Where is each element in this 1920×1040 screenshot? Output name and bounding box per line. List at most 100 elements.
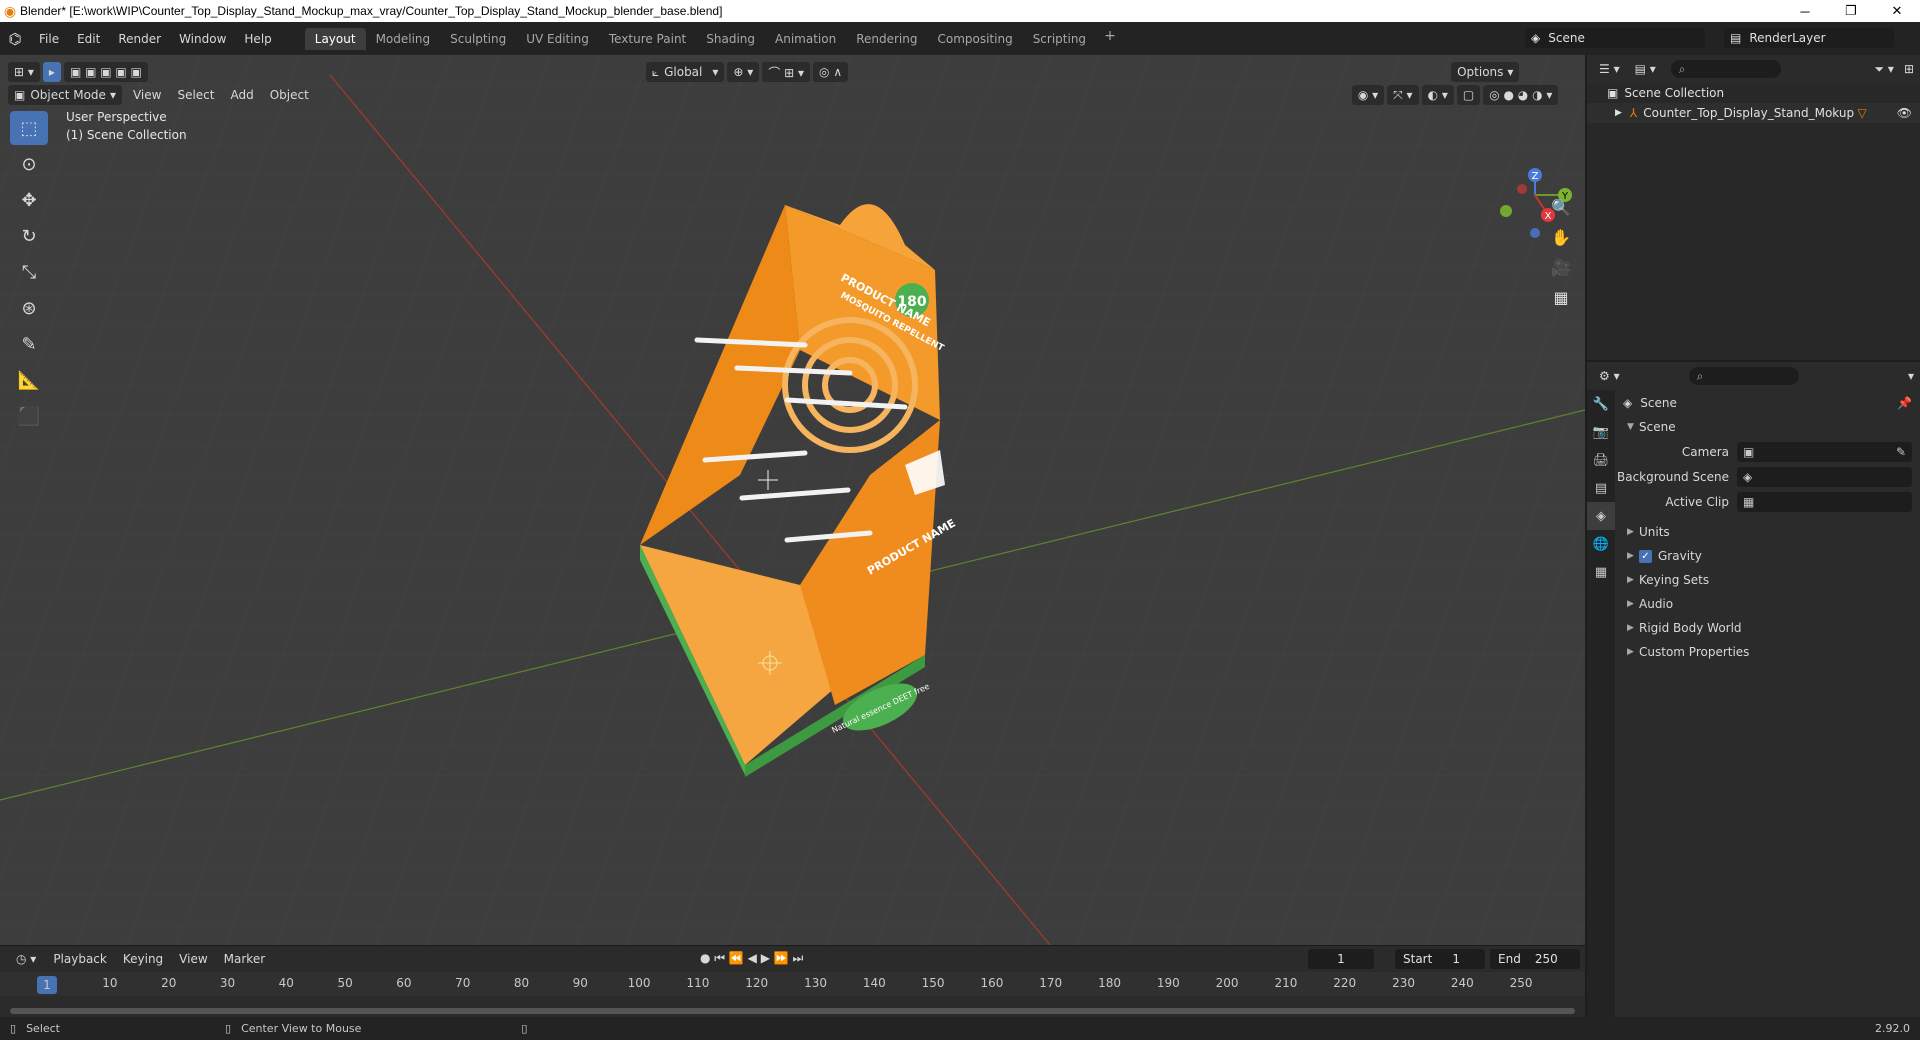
panel-scene[interactable]: ▼ Scene	[1617, 415, 1920, 439]
annotate-tool[interactable]: ✎	[10, 327, 48, 361]
tab-compositing[interactable]: Compositing	[927, 28, 1022, 50]
playback-controls[interactable]: ● ⏮ ⏪ ◀ ▶ ⏩ ⏭	[700, 951, 803, 966]
pin-icon[interactable]: 📌	[1897, 396, 1912, 410]
options-dropdown[interactable]: Options ▾	[1451, 62, 1520, 82]
cursor-tool[interactable]: ⊙	[10, 147, 48, 181]
editor-type-button[interactable]: ⊞ ▾	[8, 62, 40, 82]
tab-texture-paint[interactable]: Texture Paint	[599, 28, 696, 50]
tab-layout[interactable]: Layout	[304, 27, 366, 50]
tab-shading[interactable]: Shading	[696, 28, 765, 50]
eyedropper-icon[interactable]: ✎	[1896, 445, 1906, 459]
add-workspace-button[interactable]: +	[1096, 28, 1124, 50]
menu-window[interactable]: Window	[170, 28, 235, 50]
panel-custom-properties[interactable]: ▶ Custom Properties	[1617, 640, 1920, 664]
viewport-menu-add[interactable]: Add	[222, 88, 261, 102]
snap-button[interactable]: ⌒ ⊞ ▾	[762, 62, 811, 82]
frame-ruler[interactable]: 1 10 20 30 40 50 60 70 80 90 100 110 120 130 140 150 160…	[0, 972, 1585, 996]
select-mode-button[interactable]: ▸	[42, 62, 61, 82]
panel-units[interactable]: ▶ Units	[1617, 520, 1920, 544]
outliner-row-scene-collection[interactable]: ▣ Scene Collection	[1587, 83, 1920, 103]
panel-gravity[interactable]: ▶ ✓ Gravity	[1617, 544, 1920, 568]
menu-render[interactable]: Render	[109, 28, 170, 50]
texture-tab-icon[interactable]: ▦	[1587, 558, 1615, 586]
viewport-menu-select[interactable]: Select	[169, 88, 222, 102]
new-collection-icon[interactable]: ⊞	[1904, 62, 1914, 76]
tab-sculpting[interactable]: Sculpting	[440, 28, 516, 50]
viewport-menu-view[interactable]: View	[125, 88, 169, 102]
ortho-grid-icon[interactable]: ▦	[1546, 283, 1576, 311]
scene-tab-icon[interactable]: ◈	[1587, 502, 1615, 530]
start-frame-field[interactable]: Start 1	[1395, 949, 1485, 969]
blender-menu-icon[interactable]: ⌬	[0, 30, 30, 48]
visibility-toggle[interactable]: ◉ ▾	[1351, 85, 1385, 105]
proportional-editing-button[interactable]: ◎ ∧	[813, 62, 849, 82]
outliner-row-object[interactable]: ▶ ⅄ Counter_Top_Display_Stand_Mokup ▽ 👁	[1587, 103, 1920, 123]
properties-search[interactable]: ⌕	[1688, 367, 1799, 385]
current-frame-field[interactable]: 1	[1308, 949, 1374, 969]
rotate-tool[interactable]: ↻	[10, 219, 48, 253]
view-layer-tab-icon[interactable]: ▤	[1587, 474, 1615, 502]
shading-modes[interactable]: ◎ ● ◕ ◑ ▾	[1483, 85, 1559, 105]
transform-tool[interactable]: ⊛	[10, 291, 48, 325]
menu-file[interactable]: File	[30, 28, 68, 50]
output-tab-icon[interactable]: 🖨	[1587, 446, 1615, 474]
camera-field[interactable]: ▣ ✎	[1737, 441, 1912, 462]
tool-tab-icon[interactable]: 🔧	[1587, 390, 1615, 418]
overlay-toggle[interactable]: ◐ ▾	[1421, 85, 1454, 105]
tab-animation[interactable]: Animation	[765, 28, 846, 50]
tab-modeling[interactable]: Modeling	[366, 28, 441, 50]
menu-help[interactable]: Help	[235, 28, 280, 50]
maximize-button[interactable]: ❐	[1828, 3, 1874, 19]
workspace-tabs: Layout Modeling Sculpting UV Editing Tex…	[304, 27, 1124, 50]
pivot-point-button[interactable]: ⊕ ▾	[727, 62, 760, 82]
tab-scripting[interactable]: Scripting	[1023, 28, 1096, 50]
zoom-icon[interactable]: 🔍	[1546, 193, 1576, 221]
minimize-button[interactable]: ─	[1782, 4, 1828, 19]
background-scene-field[interactable]: ◈	[1737, 466, 1912, 487]
timeline-scrollbar[interactable]	[10, 1008, 1575, 1014]
panel-rigid-body-world[interactable]: ▶ Rigid Body World	[1617, 616, 1920, 640]
tab-uv-editing[interactable]: UV Editing	[516, 28, 599, 50]
outliner-search[interactable]: ⌕	[1670, 60, 1781, 78]
select-box-tool[interactable]: ⬚	[10, 111, 48, 145]
outliner-editor-type[interactable]: ☰ ▾	[1593, 59, 1626, 79]
timeline-editor-type[interactable]: ◷ ▾	[10, 949, 43, 969]
visibility-eye-icon[interactable]: 👁	[1897, 106, 1912, 120]
move-tool[interactable]: ✥	[10, 183, 48, 217]
timeline-menu-marker[interactable]: Marker	[216, 952, 273, 966]
viewport-menu-object[interactable]: Object	[262, 88, 317, 102]
transform-orientation-dropdown[interactable]: ⟀ Global ▾	[645, 62, 725, 82]
menu-edit[interactable]: Edit	[68, 28, 109, 50]
scale-tool[interactable]: ⤡	[10, 255, 48, 289]
playhead[interactable]: 1	[37, 976, 57, 994]
close-button[interactable]: ✕	[1874, 3, 1920, 19]
select-box-modes[interactable]: ▣ ▣ ▣ ▣ ▣	[63, 62, 148, 82]
xray-toggle[interactable]: ▢	[1456, 85, 1481, 105]
scene-selector[interactable]: ◈ Scene	[1525, 28, 1705, 48]
gravity-checkbox[interactable]: ✓	[1639, 549, 1652, 563]
chevron-down-icon[interactable]: ▾	[1908, 369, 1914, 383]
camera-view-icon[interactable]: 🎥	[1546, 253, 1576, 281]
active-clip-field[interactable]: ▦	[1737, 491, 1912, 512]
tab-rendering[interactable]: Rendering	[846, 28, 927, 50]
pan-hand-icon[interactable]: ✋	[1546, 223, 1576, 251]
panel-keying-sets[interactable]: ▶ Keying Sets	[1617, 568, 1920, 592]
display-mode-dropdown[interactable]: ▤ ▾	[1628, 59, 1662, 79]
mode-dropdown[interactable]: ▣ Object Mode ▾	[8, 85, 122, 105]
gizmo-toggle[interactable]: ⤧ ▾	[1387, 85, 1419, 105]
timeline-menu-view[interactable]: View	[171, 952, 215, 966]
timeline-menu-keying[interactable]: Keying	[115, 952, 171, 966]
timeline-menu-playback[interactable]: Playback	[45, 952, 115, 966]
measure-tool[interactable]: 📐	[10, 363, 48, 397]
render-tab-icon[interactable]: 📷	[1587, 418, 1615, 446]
add-cube-tool[interactable]: ⬛	[10, 399, 48, 433]
panel-audio[interactable]: ▶ Audio	[1617, 592, 1920, 616]
viewport-canvas[interactable]: 180 PRODUCT NAME MOSQUITO REPELLENT PROD…	[0, 55, 1585, 945]
world-tab-icon[interactable]: 🌐	[1587, 530, 1615, 558]
properties-editor-type[interactable]: ⚙ ▾	[1593, 366, 1626, 386]
view-layer-selector[interactable]: ▤ RenderLayer	[1724, 28, 1894, 48]
filter-icon[interactable]: ⏷ ▾	[1874, 62, 1893, 77]
end-frame-field[interactable]: End 250	[1490, 949, 1580, 969]
outliner-header: ☰ ▾ ▤ ▾ ⌕ ⏷ ▾ ⊞	[1587, 55, 1920, 83]
3d-viewport[interactable]: 180 PRODUCT NAME MOSQUITO REPELLENT PROD…	[0, 55, 1585, 945]
